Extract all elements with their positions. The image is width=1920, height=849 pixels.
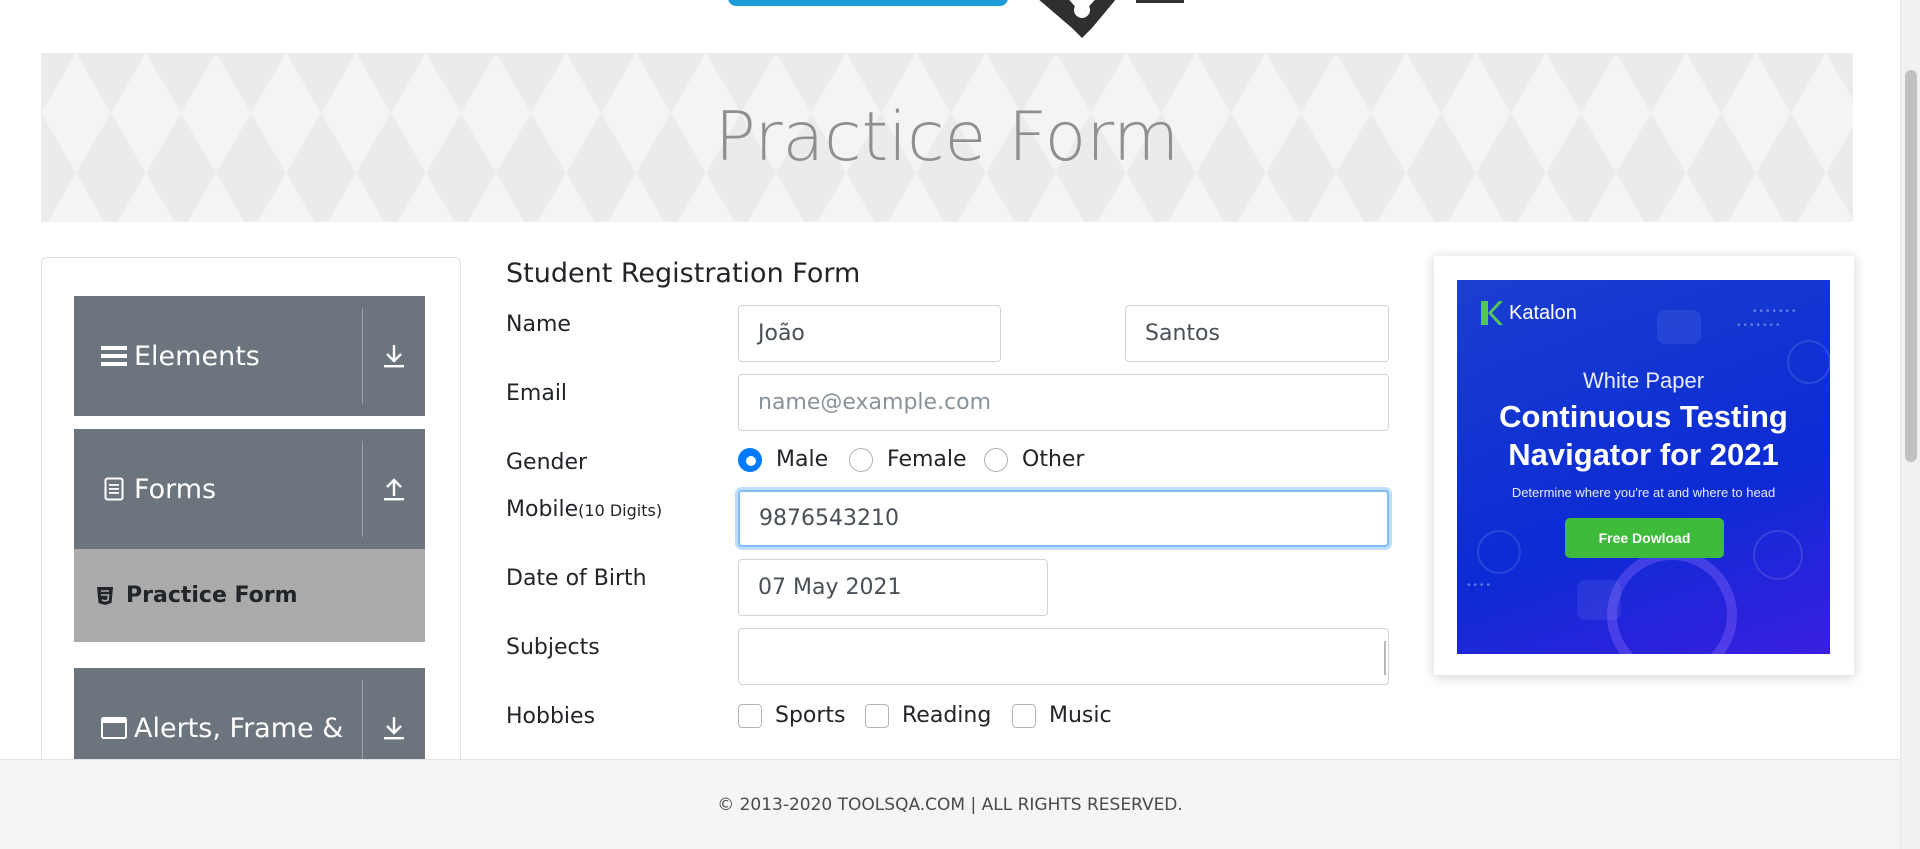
checkbox[interactable] — [865, 703, 889, 728]
dob-label: Date of Birth — [506, 566, 647, 591]
katalon-ad-banner[interactable]: ••••••• ••••••• •••• Katalon White Paper… — [1457, 280, 1830, 654]
advertisement-container: ••••••• ••••••• •••• Katalon White Paper… — [1434, 256, 1854, 675]
logo-wordmark — [728, 0, 1008, 6]
ad-decoration — [1477, 530, 1521, 574]
vertical-scrollbar[interactable] — [1900, 0, 1920, 849]
ad-subtitle: Determine where you're at and where to h… — [1511, 485, 1776, 500]
hobby-checkbox-music[interactable]: Music — [1012, 703, 1112, 728]
first-name-input[interactable]: João — [738, 305, 1001, 362]
ad-decoration: ••••••• — [1753, 306, 1799, 317]
scrollbar-thumb[interactable] — [1905, 70, 1917, 462]
radio-button-checked[interactable] — [738, 447, 762, 472]
ad-decoration — [1657, 310, 1701, 344]
page-banner: Practice Form — [41, 53, 1853, 222]
mobile-label-text: Mobile — [506, 497, 579, 522]
ad-headline: Continuous Testing Navigator for 2021 — [1457, 398, 1830, 474]
checkbox[interactable] — [738, 703, 762, 728]
form-title: Student Registration Form — [506, 258, 861, 289]
email-input[interactable]: name@example.com — [738, 374, 1389, 431]
gender-label: Gender — [506, 450, 588, 475]
sidebar-group-label: Elements — [134, 340, 260, 372]
email-label: Email — [506, 381, 568, 406]
browser-window-icon — [100, 717, 128, 739]
hobbies-label: Hobbies — [506, 704, 596, 729]
hobby-option-label: Reading — [902, 703, 992, 728]
sidebar-item-practice-form[interactable]: Practice Form — [74, 549, 425, 642]
page-footer: © 2013-2020 TOOLSQA.COM | ALL RIGHTS RES… — [0, 759, 1900, 849]
mobile-input[interactable]: 9876543210 — [738, 490, 1389, 547]
name-label: Name — [506, 312, 571, 337]
ad-download-button[interactable]: Free Dowload — [1565, 518, 1724, 558]
ad-decoration: •••• — [1467, 580, 1494, 591]
subjects-input[interactable] — [738, 628, 1389, 685]
ad-decoration: ••••••• — [1737, 320, 1783, 331]
date-of-birth-input[interactable]: 07 May 2021 — [738, 559, 1048, 616]
gender-radio-other[interactable]: Other — [984, 447, 1084, 472]
gear-icon — [1039, 0, 1116, 38]
site-logo[interactable] — [700, 0, 1220, 40]
last-name-input[interactable]: Santos — [1125, 305, 1389, 362]
hobby-checkbox-sports[interactable]: Sports — [738, 703, 846, 728]
ad-decoration — [1607, 550, 1737, 654]
sidebar-group-label: Forms — [134, 473, 217, 505]
katalon-logo: Katalon — [1481, 301, 1577, 325]
subjects-indicator — [1384, 641, 1386, 675]
ad-headline-line: Continuous Testing — [1499, 399, 1788, 434]
hamburger-icon — [100, 345, 128, 367]
hobby-checkbox-reading[interactable]: Reading — [865, 703, 991, 728]
subjects-label: Subjects — [506, 635, 600, 660]
gender-option-label: Female — [887, 447, 967, 472]
page-title: Practice Form — [714, 98, 1180, 177]
upload-icon[interactable] — [362, 441, 425, 537]
mobile-label: Mobile(10 Digits) — [506, 497, 662, 522]
sidebar-item-label: Practice Form — [126, 583, 298, 608]
ad-headline-line: Navigator for 2021 — [1508, 437, 1779, 472]
gender-radio-female[interactable]: Female — [849, 447, 967, 472]
checkbox[interactable] — [1012, 703, 1036, 728]
ad-brand-name: Katalon — [1509, 301, 1577, 324]
copyright-text: © 2013-2020 TOOLSQA.COM | ALL RIGHTS RES… — [717, 794, 1183, 815]
ad-decoration — [1577, 580, 1621, 620]
sidebar-group-elements[interactable]: Elements — [74, 296, 425, 416]
radio-button[interactable] — [984, 447, 1008, 472]
katalon-k-icon — [1481, 301, 1503, 325]
sidebar-group-forms[interactable]: Forms — [74, 429, 425, 549]
radio-button[interactable] — [849, 447, 873, 472]
sidebar-group-label: Alerts, Frame & — [134, 712, 344, 744]
hobby-option-label: Sports — [775, 703, 846, 728]
gender-radio-male[interactable]: Male — [738, 447, 828, 472]
hobby-option-label: Music — [1049, 703, 1112, 728]
document-icon — [100, 477, 128, 501]
gender-option-label: Male — [776, 447, 829, 472]
logo-underline — [1136, 0, 1184, 3]
ad-decoration — [1753, 530, 1803, 580]
sidebar: Elements Forms Practice Form Alerts, Fra… — [41, 257, 461, 777]
ad-kicker: White Paper — [1582, 368, 1705, 393]
html5-icon — [94, 586, 116, 606]
gender-option-label: Other — [1022, 447, 1085, 472]
mobile-hint: (10 Digits) — [578, 501, 663, 520]
download-icon[interactable] — [362, 308, 425, 404]
